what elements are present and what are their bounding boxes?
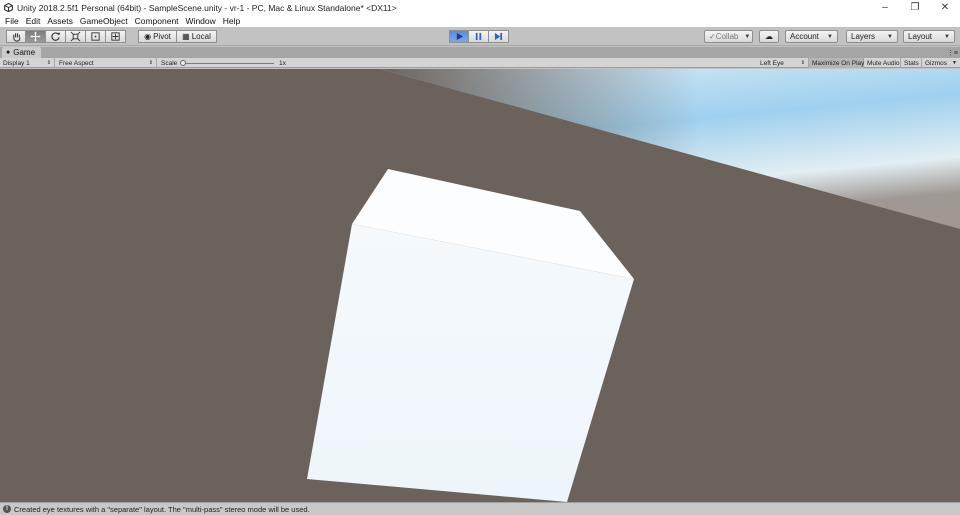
pivot-toggles: ◉ Pivot ▦ Local [138,30,217,43]
unity-logo-icon [3,3,13,13]
scale-slider-thumb[interactable] [180,60,186,66]
step-icon[interactable] [489,30,509,43]
collab-group: ✓ Collab ▼ [704,30,753,43]
cloud-button[interactable]: ☁ [759,30,779,43]
chevron-down-icon: ▼ [887,33,893,40]
collab-dropdown[interactable]: ✓ Collab ▼ [704,30,753,43]
pause-icon[interactable] [469,30,489,43]
menu-file[interactable]: File [2,16,22,26]
game-controller-icon: ● [6,49,11,56]
rotate-tool-icon[interactable] [46,30,66,43]
hand-tool-icon[interactable] [6,30,26,43]
menu-help[interactable]: Help [220,16,243,26]
chevron-updown-icon: ⇕ [46,60,51,66]
cloud-group: ☁ [759,30,779,43]
chevron-down-icon: ▼ [744,33,751,40]
chevron-down-icon: ▼ [827,33,833,40]
aspect-select[interactable]: Free Aspect ⇕ [56,58,157,68]
main-toolbar: ◉ Pivot ▦ Local ✓ Collab ▼ ☁ Account ▼ L… [0,27,960,46]
maximize-on-play-toggle[interactable]: Maximize On Play [809,58,864,68]
layers-dropdown[interactable]: Layers ▼ [846,30,898,43]
game-viewport[interactable] [0,69,960,502]
status-bar: ! Created eye textures with a "separate"… [0,502,960,515]
chevron-down-icon: ▼ [944,33,950,40]
chevron-down-icon: ▼ [952,60,957,66]
mute-audio-toggle[interactable]: Mute Audio [864,58,901,68]
layout-group: Layout ▼ [903,30,955,43]
rect-tool-icon[interactable] [86,30,106,43]
cloud-icon: ☁ [765,32,773,41]
title-bar: Unity 2018.2.5f1 Personal (64bit) - Samp… [0,0,960,15]
eye-select[interactable]: Left Eye ⇕ [757,58,809,68]
local-button[interactable]: ▦ Local [177,30,217,43]
gizmos-dropdown[interactable]: Gizmos ▼ [922,58,960,68]
menu-gameobject[interactable]: GameObject [77,16,131,26]
menu-component[interactable]: Component [132,16,182,26]
layers-group: Layers ▼ [846,30,898,43]
close-icon[interactable]: ✕ [930,0,960,15]
account-dropdown[interactable]: Account ▼ [785,30,838,43]
playback-controls [449,30,509,43]
menu-window[interactable]: Window [183,16,219,26]
pivot-icon: ◉ [144,32,152,41]
chevron-updown-icon: ⇕ [800,60,805,66]
minimize-icon[interactable]: – [870,0,900,15]
scale-label: Scale [161,59,178,67]
move-tool-icon[interactable] [26,30,46,43]
menu-assets[interactable]: Assets [44,16,76,26]
info-icon: ! [3,505,11,513]
menu-bar: File Edit Assets GameObject Component Wi… [0,15,960,27]
transform-tools [6,30,126,43]
console-message[interactable]: Created eye textures with a "separate" l… [14,505,310,514]
local-icon: ▦ [182,32,190,41]
menu-edit[interactable]: Edit [23,16,44,26]
tab-menu-icon[interactable]: ⋮≡ [947,49,958,57]
scale-tool-icon[interactable] [66,30,86,43]
stats-toggle[interactable]: Stats [901,58,922,68]
collab-check-icon: ✓ [709,32,716,41]
scene-render [0,69,960,502]
game-tab-bar: ● Game ⋮≡ [0,47,960,58]
layout-dropdown[interactable]: Layout ▼ [903,30,955,43]
scale-slider-track[interactable] [182,63,274,64]
play-icon[interactable] [449,30,469,43]
chevron-updown-icon: ⇕ [148,60,153,66]
transform-tool-icon[interactable] [106,30,126,43]
game-view-toolbar: Display 1 ⇕ Free Aspect ⇕ Scale 1x Left … [0,58,960,68]
scale-value: 1x [279,59,286,67]
tab-game[interactable]: ● Game [2,47,42,58]
account-group: Account ▼ [785,30,838,43]
display-select[interactable]: Display 1 ⇕ [0,58,55,68]
maximize-icon[interactable]: ❐ [900,0,930,15]
window-title: Unity 2018.2.5f1 Personal (64bit) - Samp… [17,2,397,13]
pivot-button[interactable]: ◉ Pivot [138,30,177,43]
